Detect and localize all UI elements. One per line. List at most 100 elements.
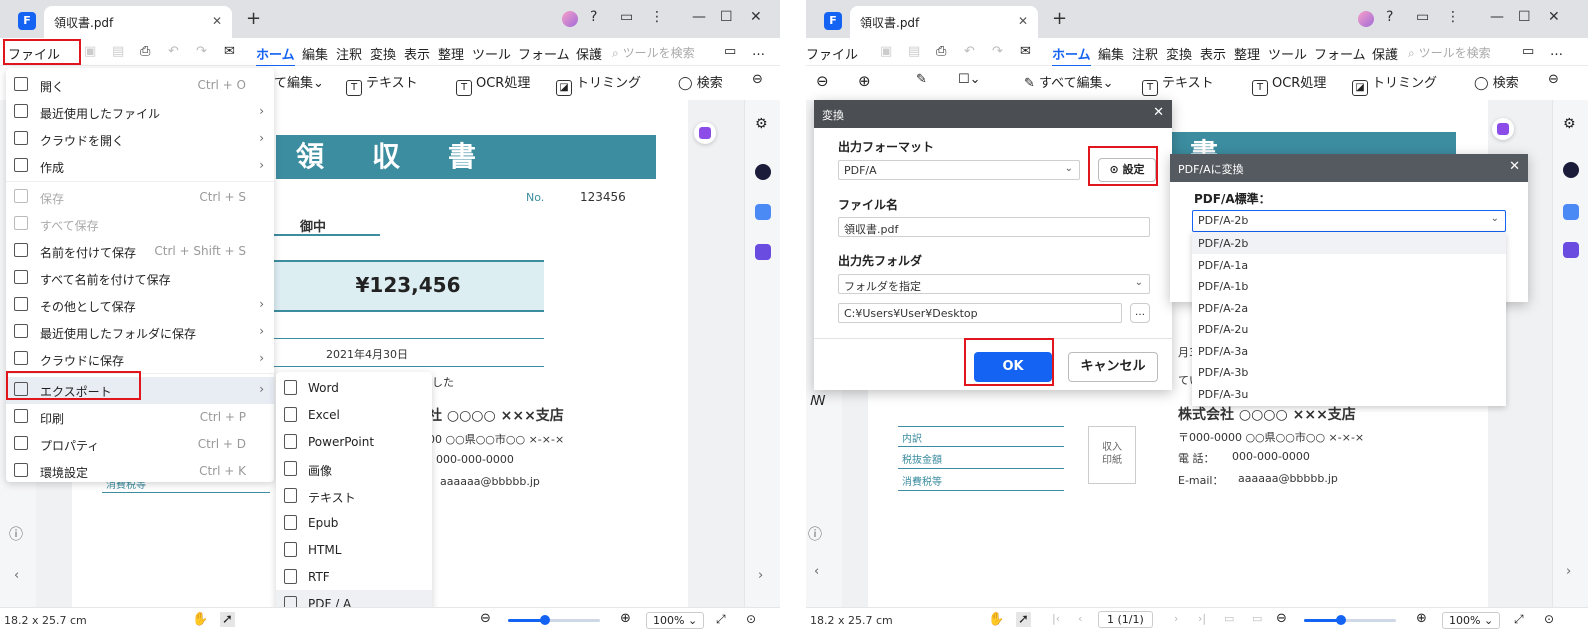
overflow-icon[interactable]: … — [1550, 44, 1563, 59]
comment-icon[interactable]: ▭ — [620, 9, 633, 25]
close-pdfa-dialog-icon[interactable]: ✕ — [1509, 159, 1520, 174]
menu-convert[interactable]: 変換 — [1166, 44, 1192, 63]
menu-annotate[interactable]: 注釈 — [1132, 44, 1158, 63]
ocr-button[interactable]: T OCR処理 — [456, 72, 530, 96]
file-menu-item-save-as[interactable]: 名前を付けて保存 Ctrl + Shift + S — [6, 238, 274, 265]
menu-edit[interactable]: 編集 — [302, 44, 328, 63]
redo-icon[interactable]: ↷ — [196, 44, 207, 59]
close-window-icon[interactable]: ✕ — [1548, 9, 1560, 25]
export-item-epub[interactable]: Epub — [276, 509, 432, 536]
trim-button[interactable]: ◪ トリミング — [1352, 72, 1437, 96]
edit-all-button[interactable]: て編集⌄ — [274, 72, 324, 91]
export-item-text[interactable]: テキスト — [276, 482, 432, 509]
signature-icon[interactable]: ꟿ — [810, 394, 826, 409]
format-select[interactable]: PDF/A ⌄ — [838, 160, 1080, 180]
edit-all-button[interactable]: ✎ すべて編集⌄ — [1024, 72, 1114, 91]
zoom-select[interactable]: 100% ⌄ — [1442, 612, 1501, 629]
menu-protect[interactable]: 保護 — [1372, 44, 1398, 63]
shape-tool-icon[interactable]: ☐⌄ — [958, 72, 981, 87]
prev-page-icon[interactable]: ‹ — [1078, 612, 1082, 625]
file-menu-item-recent-files[interactable]: 最近使用したファイル › — [6, 99, 274, 126]
check-icon[interactable] — [755, 244, 771, 260]
search-button[interactable]: ◯ 検索 — [678, 72, 723, 91]
help-icon[interactable]: ? — [590, 9, 597, 25]
pdfa-standard-select[interactable]: PDF/A-2b ⌄ — [1192, 210, 1506, 232]
save-icon[interactable]: ▣ — [880, 44, 892, 59]
overflow-icon[interactable]: … — [752, 44, 765, 59]
ocr-button[interactable]: T OCR処理 — [1252, 72, 1326, 96]
maximize-icon[interactable]: ☐ — [720, 9, 733, 25]
filename-input[interactable]: 領収書.pdf — [838, 217, 1150, 237]
avatar[interactable] — [562, 11, 578, 27]
pdfa-option[interactable]: PDF/A-3a — [1192, 340, 1506, 362]
file-menu-item-print[interactable]: 印刷 Ctrl + P — [6, 404, 274, 431]
export-item-rtf[interactable]: RTF — [276, 563, 432, 590]
minimize-icon[interactable]: — — [692, 9, 706, 25]
close-dialog-icon[interactable]: ✕ — [1153, 105, 1164, 120]
panel-icon[interactable]: ▭ — [1522, 44, 1534, 59]
undo-icon[interactable]: ↶ — [964, 44, 975, 59]
menu-annotate[interactable]: 注釈 — [336, 44, 362, 63]
menu-convert[interactable]: 変換 — [370, 44, 396, 63]
menu-file[interactable]: ファイル — [806, 44, 858, 63]
floating-ai-icon[interactable] — [1492, 118, 1514, 140]
file-menu-item-save-recent-folder[interactable]: 最近使用したフォルダに保存 › — [6, 319, 274, 346]
pdfa-option[interactable]: PDF/A-3u — [1192, 383, 1506, 405]
collapse-right-icon[interactable]: › — [1566, 564, 1571, 579]
help-circle-icon[interactable]: ⓘ — [808, 524, 822, 544]
file-menu-item-save[interactable]: 保存 Ctrl + S — [6, 184, 274, 211]
highlight-tool-icon[interactable]: ✎ — [916, 72, 927, 87]
save-icon[interactable]: ▣ — [84, 44, 96, 59]
maximize-icon[interactable]: ☐ — [1518, 9, 1531, 25]
zoom-slider[interactable] — [1304, 615, 1396, 625]
collapse-left-icon[interactable]: ‹ — [14, 568, 19, 583]
help-icon[interactable]: ? — [1386, 9, 1393, 25]
check-icon[interactable] — [1563, 242, 1579, 258]
save-all-icon[interactable]: ▤ — [112, 44, 124, 59]
menu-protect[interactable]: 保護 — [576, 44, 602, 63]
close-window-icon[interactable]: ✕ — [750, 9, 762, 25]
tool-search-input[interactable]: ⌕ ツールを検索 — [1408, 44, 1491, 61]
last-page-icon[interactable]: ›| — [1198, 612, 1206, 625]
pdfa-option[interactable]: PDF/A-1b — [1192, 275, 1506, 297]
single-page-icon[interactable]: ▭ — [1224, 612, 1234, 625]
undo-icon[interactable]: ↶ — [168, 44, 179, 59]
close-tab-icon[interactable]: ✕ — [1018, 14, 1028, 28]
zoom-select[interactable]: 100% ⌄ — [646, 612, 705, 629]
toolbar-more-icon[interactable]: ⊖ — [752, 72, 763, 87]
menu-organize[interactable]: 整理 — [438, 44, 464, 63]
search-button[interactable]: ◯ 検索 — [1474, 72, 1519, 91]
export-item-word[interactable]: Word — [276, 374, 432, 401]
ai-assistant-icon[interactable] — [1563, 162, 1579, 178]
avatar[interactable] — [1358, 11, 1374, 27]
more-icon[interactable]: ⋮ — [1446, 9, 1460, 25]
ai-assistant-icon[interactable] — [755, 164, 771, 180]
menu-tools[interactable]: ツール — [1268, 44, 1307, 63]
folder-select[interactable]: フォルダを指定 ⌄ — [838, 274, 1150, 294]
more-icon[interactable]: ⋮ — [650, 9, 664, 25]
double-page-icon[interactable]: ▭ — [1252, 612, 1262, 625]
mail-icon[interactable]: ✉ — [1020, 44, 1031, 59]
minimize-icon[interactable]: — — [1490, 9, 1504, 25]
pdfa-option[interactable]: PDF/A-2a — [1192, 297, 1506, 319]
properties-icon[interactable]: ⚙ — [755, 116, 768, 132]
document-tab[interactable]: 領収書.pdf ✕ — [850, 6, 1038, 38]
new-tab-icon[interactable]: + — [246, 8, 261, 29]
file-menu-item-save-all-as[interactable]: すべて名前を付けて保存 — [6, 265, 274, 292]
zoom-out-icon[interactable]: ⊖ — [480, 611, 491, 626]
file-menu-item-save-as-other[interactable]: その他として保存 › — [6, 292, 274, 319]
fit-page-icon[interactable]: ⤢ — [716, 612, 726, 627]
file-menu-item-save-all[interactable]: すべて保存 — [6, 211, 274, 238]
zoom-out-icon[interactable]: ⊖ — [1276, 611, 1287, 626]
pdfa-option[interactable]: PDF/A-2b — [1192, 232, 1506, 254]
file-menu-item-create[interactable]: 作成 › — [6, 153, 274, 180]
properties-icon[interactable]: ⚙ — [1563, 116, 1576, 132]
menu-home[interactable]: ホーム — [256, 44, 295, 67]
view-mode-icon[interactable]: ⊙ — [746, 612, 756, 626]
comment-icon[interactable]: ▭ — [1416, 9, 1429, 25]
view-mode-icon[interactable]: ⊙ — [1544, 612, 1554, 626]
export-item-powerpoint[interactable]: PowerPoint — [276, 428, 432, 455]
pdfa-option[interactable]: PDF/A-3b — [1192, 361, 1506, 383]
text-button[interactable]: T テキスト — [346, 72, 418, 96]
menu-home[interactable]: ホーム — [1052, 44, 1091, 67]
